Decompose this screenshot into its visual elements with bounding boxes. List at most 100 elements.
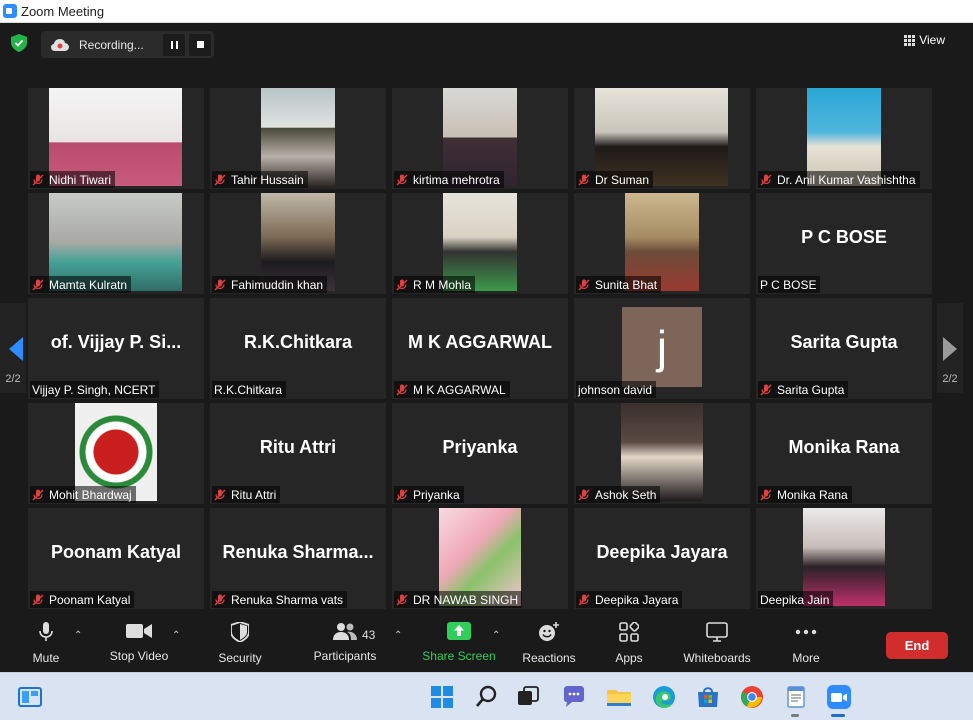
audio-options-caret[interactable]: ⌃ <box>74 630 82 641</box>
participant-tile[interactable]: Mamta Kulratn <box>28 193 204 294</box>
search-icon[interactable] <box>473 683 501 711</box>
pause-recording-button[interactable] <box>163 33 185 56</box>
participant-name-label: P C BOSE <box>758 276 821 293</box>
apps-button[interactable]: Apps <box>611 621 647 665</box>
participant-tile[interactable]: Renuka Sharma... Renuka Sharma vats <box>210 508 386 609</box>
participant-name: Nidhi Tiwari <box>49 172 112 187</box>
participants-options-caret[interactable]: ⌃ <box>394 630 402 641</box>
participant-name: Renuka Sharma vats <box>231 592 344 607</box>
participant-tile[interactable]: Poonam Katyal Poonam Katyal <box>28 508 204 609</box>
participant-tile[interactable]: Mohit Bhardwaj <box>28 403 204 504</box>
muted-microphone-icon <box>578 594 590 605</box>
task-view-icon[interactable] <box>514 683 542 711</box>
mute-button[interactable]: Mute <box>28 622 64 665</box>
video-camera-icon <box>126 624 152 638</box>
participant-display-name: Renuka Sharma... <box>222 542 374 562</box>
participant-tile[interactable]: Priyanka Priyanka <box>392 403 568 504</box>
participant-tile[interactable]: Tahir Hussain <box>210 88 386 189</box>
stop-video-label: Stop Video <box>109 649 169 663</box>
participant-name: Poonam Katyal <box>49 592 131 607</box>
windows-start-icon[interactable] <box>428 683 456 711</box>
zoom-running-indicator <box>831 714 845 717</box>
participant-name: Ashok Seth <box>595 487 657 502</box>
participant-name-label: M K AGGARWAL <box>394 381 510 398</box>
whiteboards-label: Whiteboards <box>683 651 751 665</box>
participant-name-label: Sunita Bhat <box>576 276 662 293</box>
muted-microphone-icon <box>578 279 590 290</box>
participant-name-label: Vijjay P. Singh, NCERT <box>30 381 160 398</box>
share-screen-button[interactable]: Share Screen <box>422 622 496 663</box>
muted-microphone-icon <box>578 174 590 185</box>
more-button[interactable]: More <box>788 622 824 665</box>
previous-page-button[interactable]: 2/2 <box>0 303 26 393</box>
whiteboards-button[interactable]: Whiteboards <box>680 622 754 665</box>
video-options-caret[interactable]: ⌃ <box>172 630 180 641</box>
whiteboard-icon <box>706 622 728 642</box>
participant-tile[interactable]: Monika Rana Monika Rana <box>756 403 932 504</box>
view-button[interactable]: View <box>904 33 945 47</box>
stop-video-button[interactable]: Stop Video <box>104 622 174 663</box>
participant-tile[interactable]: Fahimuddin khan <box>210 193 386 294</box>
participant-name-label: R.K.Chitkara <box>212 381 287 398</box>
muted-microphone-icon <box>32 174 44 185</box>
reactions-button[interactable]: Reactions <box>520 622 578 665</box>
participant-name-label: Tahir Hussain <box>212 171 308 188</box>
participant-tile[interactable]: Sunita Bhat <box>574 193 750 294</box>
participant-display-name: of. Vijjay P. Si... <box>50 332 182 352</box>
participant-tile[interactable]: of. Vijjay P. Si... Vijjay P. Singh, NCER… <box>28 298 204 399</box>
recording-status: Recording... <box>79 37 144 52</box>
file-explorer-icon[interactable] <box>605 683 633 711</box>
muted-microphone-icon <box>760 384 772 395</box>
participant-display-name: Priyanka <box>442 437 518 457</box>
share-options-caret[interactable]: ⌃ <box>492 630 500 641</box>
participant-tile[interactable]: Nidhi Tiwari <box>28 88 204 189</box>
participant-tile[interactable]: Deepika Jayara Deepika Jayara <box>574 508 750 609</box>
participant-tile[interactable]: Ritu Attri Ritu Attri <box>210 403 386 504</box>
participant-tile[interactable]: R.K.Chitkara R.K.Chitkara <box>210 298 386 399</box>
more-dots-icon <box>795 629 817 635</box>
participant-tile[interactable]: kirtima mehrotra <box>392 88 568 189</box>
security-button[interactable]: Security <box>214 621 266 665</box>
apps-label: Apps <box>615 651 643 665</box>
participant-tile[interactable]: M K AGGARWAL M K AGGARWAL <box>392 298 568 399</box>
participant-name-label: Priyanka <box>394 486 464 503</box>
zoom-app-icon <box>3 4 17 18</box>
participant-tile[interactable]: j johnson david <box>574 298 750 399</box>
participant-tile[interactable]: R M Mohla <box>392 193 568 294</box>
mute-label: Mute <box>32 651 60 665</box>
participant-display-name: Sarita Gupta <box>790 332 898 352</box>
muted-microphone-icon <box>214 594 226 605</box>
edge-browser-icon[interactable] <box>650 683 678 711</box>
participant-display-name: Deepika Jayara <box>596 542 728 562</box>
share-screen-icon <box>447 622 471 640</box>
teams-chat-icon[interactable] <box>560 683 588 711</box>
participant-tile[interactable]: P C BOSE P C BOSE <box>756 193 932 294</box>
participant-name: johnson david <box>578 382 653 397</box>
participant-tile[interactable]: Dr Suman <box>574 88 750 189</box>
participant-name-label: johnson david <box>576 381 657 398</box>
encryption-shield-icon[interactable] <box>11 34 27 52</box>
chrome-browser-icon[interactable] <box>738 683 766 711</box>
participant-name: Dr Suman <box>595 172 650 187</box>
pause-icon <box>170 40 178 49</box>
grid-view-icon <box>904 34 916 46</box>
stop-recording-button[interactable] <box>189 33 211 56</box>
participant-tile[interactable]: Dr. Anil Kumar Vashishtha <box>756 88 932 189</box>
participant-name: Priyanka <box>413 487 460 502</box>
participant-tile[interactable]: Ashok Seth <box>574 403 750 504</box>
chevron-right-icon <box>943 337 957 361</box>
widgets-icon[interactable] <box>16 683 44 711</box>
participant-tile[interactable]: Sarita Gupta Sarita Gupta <box>756 298 932 399</box>
participant-name-label: Sarita Gupta <box>758 381 849 398</box>
participant-tile[interactable]: Deepika Jain <box>756 508 932 609</box>
page-indicator-left: 2/2 <box>5 373 21 385</box>
participant-display-name: R.K.Chitkara <box>243 332 353 352</box>
microsoft-store-icon[interactable] <box>694 683 722 711</box>
next-page-button[interactable]: 2/2 <box>937 303 963 393</box>
notepad-icon[interactable] <box>782 683 810 711</box>
page-indicator-right: 2/2 <box>942 373 958 385</box>
participant-name: Tahir Hussain <box>231 172 304 187</box>
participant-tile[interactable]: DR NAWAB SINGH <box>392 508 568 609</box>
end-meeting-button[interactable]: End <box>886 632 948 659</box>
zoom-app-taskbar-icon[interactable] <box>825 683 853 711</box>
